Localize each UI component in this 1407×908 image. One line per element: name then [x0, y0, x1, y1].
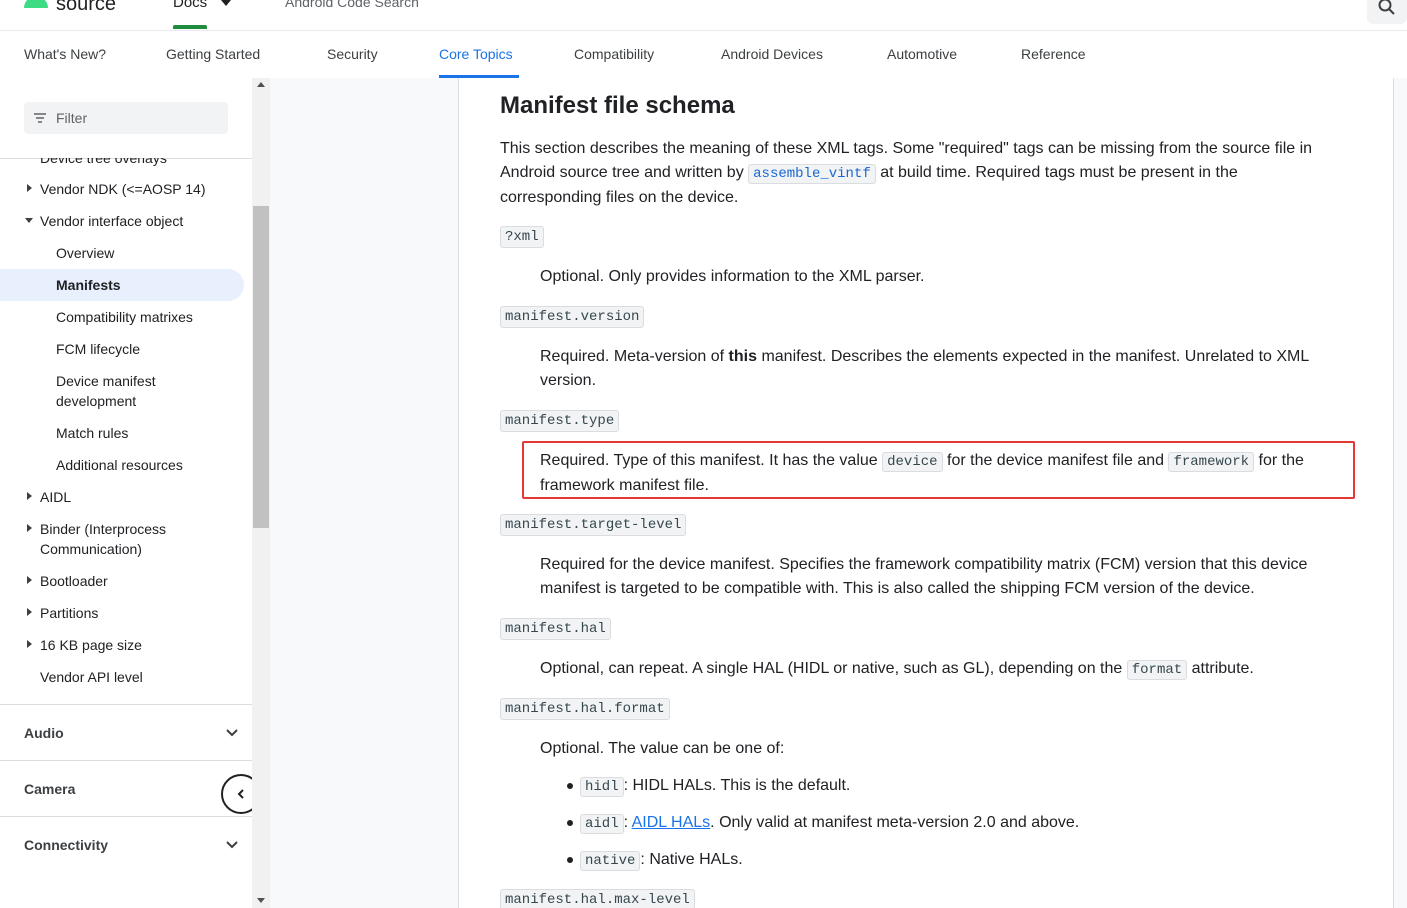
device-code: device	[882, 452, 943, 472]
sidebar-item-partitions[interactable]: Partitions	[40, 603, 98, 623]
section-heading: Manifest file schema	[500, 92, 735, 119]
format-option: native: Native HALs.	[580, 848, 743, 873]
docs-active-indicator	[173, 25, 207, 29]
sidebar-item-device-manifest-development-line2[interactable]: development	[56, 391, 136, 411]
expand-arrow-icon[interactable]	[27, 184, 32, 192]
tab-navigation: What's New? Getting Started Security Cor…	[0, 30, 1407, 78]
sidebar-item-fcm-lifecycle[interactable]: FCM lifecycle	[56, 339, 140, 359]
docs-label: Docs	[173, 0, 208, 11]
logo-text: source	[56, 0, 117, 15]
tag-xml: ?xml	[500, 226, 544, 248]
bullet-point	[567, 820, 573, 826]
expand-arrow-icon[interactable]	[27, 524, 32, 532]
bullet-point	[567, 857, 573, 863]
tag-description: Optional. The value can be one of:	[540, 740, 785, 757]
sidebar-item-binder[interactable]: Binder (Interprocess	[40, 519, 166, 539]
assemble-vintf-code-link[interactable]: assemble_vintf	[748, 164, 876, 184]
scroll-thumb[interactable]	[253, 206, 269, 528]
sidebar-item-binder-line2[interactable]: Communication)	[40, 539, 142, 559]
sidebar-item-additional-resources[interactable]: Additional resources	[56, 455, 183, 475]
bullet-point	[567, 783, 573, 789]
sidebar-scrollbar[interactable]	[252, 78, 270, 908]
search-button[interactable]	[1367, 0, 1407, 24]
top-bar: source Docs Android Code Search	[0, 0, 1407, 30]
sidebar-nav: Filter Device tree overlays Vendor NDK (…	[0, 78, 252, 908]
tag-manifest-type: manifest.type	[500, 410, 620, 432]
tab-whats-new[interactable]: What's New?	[24, 46, 106, 62]
format-code: format	[1126, 660, 1188, 680]
framework-code: framework	[1168, 452, 1255, 472]
sidebar-section-audio[interactable]: Audio	[24, 725, 64, 741]
sidebar-item-bootloader[interactable]: Bootloader	[40, 571, 108, 591]
expand-arrow-icon[interactable]	[27, 640, 32, 648]
tag-description: Required. Type of this manifest. It has …	[540, 452, 1304, 494]
collapse-arrow-icon[interactable]	[25, 218, 33, 223]
filter-icon	[34, 113, 46, 123]
expand-arrow-icon[interactable]	[27, 608, 32, 616]
format-option: aidl: AIDL HALs. Only valid at manifest …	[580, 811, 1079, 836]
sidebar-item-aidl[interactable]: AIDL	[40, 487, 71, 507]
sidebar-section-connectivity[interactable]: Connectivity	[24, 837, 108, 853]
docs-menu[interactable]: Docs	[173, 0, 231, 11]
android-code-search-link[interactable]: Android Code Search	[285, 0, 419, 10]
sidebar-divider	[0, 760, 252, 761]
intro-line: Android source tree and written by assem…	[500, 164, 1238, 184]
sidebar-item-manifests[interactable]: Manifests	[56, 275, 121, 295]
native-code: native	[580, 851, 641, 871]
tab-core-topics[interactable]: Core Topics	[439, 46, 513, 62]
dropdown-caret-icon	[221, 0, 231, 6]
aidl-hals-link[interactable]: AIDL HALs	[632, 814, 711, 831]
expand-arrow-icon[interactable]	[27, 492, 32, 500]
intro-line: This section describes the meaning of th…	[500, 140, 1313, 157]
tab-reference[interactable]: Reference	[1021, 46, 1086, 62]
android-robot-icon	[24, 0, 48, 8]
sidebar-item-match-rules[interactable]: Match rules	[56, 423, 128, 443]
tag-manifest-hal: manifest.hal	[500, 618, 611, 640]
tab-compatibility[interactable]: Compatibility	[574, 46, 654, 62]
sidebar-item-overview[interactable]: Overview	[56, 243, 114, 263]
sidebar-item-vendor-interface-object[interactable]: Vendor interface object	[40, 211, 183, 231]
search-icon	[1378, 0, 1395, 15]
intro-line: corresponding files on the device.	[500, 189, 739, 206]
tag-manifest-hal-format: manifest.hal.format	[500, 698, 670, 720]
filter-input[interactable]: Filter	[24, 102, 228, 134]
sidebar-item-vendor-api-level[interactable]: Vendor API level	[40, 667, 143, 687]
hidl-code: hidl	[580, 777, 624, 797]
sidebar-item-device-tree-overlays[interactable]: Device tree overlays	[40, 158, 167, 168]
tab-android-devices[interactable]: Android Devices	[721, 46, 823, 62]
sidebar-divider	[0, 704, 252, 705]
format-option: hidl: HIDL HALs. This is the default.	[580, 774, 850, 799]
sidebar-item-compatibility-matrixes[interactable]: Compatibility matrixes	[56, 307, 193, 327]
tag-description: Required for the device manifest. Specif…	[540, 556, 1308, 597]
filter-placeholder: Filter	[56, 110, 88, 126]
sidebar-active-highlight	[0, 269, 244, 301]
aidl-code: aidl	[580, 814, 624, 834]
scroll-down-arrow-icon[interactable]	[257, 898, 265, 903]
expand-arrow-icon[interactable]	[27, 576, 32, 584]
tag-manifest-hal-max-level: manifest.hal.max-level	[500, 889, 695, 908]
tag-manifest-version: manifest.version	[500, 306, 645, 328]
tab-automotive[interactable]: Automotive	[887, 46, 957, 62]
tab-security[interactable]: Security	[327, 46, 378, 62]
sidebar-item-16kb-page-size[interactable]: 16 KB page size	[40, 635, 142, 655]
sidebar-item-vendor-ndk[interactable]: Vendor NDK (<=AOSP 14)	[40, 179, 206, 199]
sidebar-item-device-manifest-development[interactable]: Device manifest	[56, 371, 156, 391]
sidebar-section-camera[interactable]: Camera	[24, 781, 75, 797]
tag-description: Optional, can repeat. A single HAL (HIDL…	[540, 660, 1254, 680]
sidebar-divider	[0, 816, 252, 817]
chevron-left-icon	[237, 789, 244, 799]
tag-manifest-target-level: manifest.target-level	[500, 514, 687, 536]
chevron-down-icon[interactable]	[224, 725, 240, 741]
tab-getting-started[interactable]: Getting Started	[166, 46, 260, 62]
chevron-down-icon[interactable]	[224, 837, 240, 853]
article-content: Manifest file schema This section descri…	[458, 78, 1394, 908]
android-source-logo[interactable]: source	[24, 0, 117, 15]
intro-paragraph: This section describes the meaning of th…	[500, 137, 1360, 210]
tag-description: Optional. Only provides information to t…	[540, 268, 925, 285]
scroll-up-arrow-icon[interactable]	[257, 82, 265, 87]
tag-description: Required. Meta-version of this manifest.…	[540, 348, 1310, 389]
